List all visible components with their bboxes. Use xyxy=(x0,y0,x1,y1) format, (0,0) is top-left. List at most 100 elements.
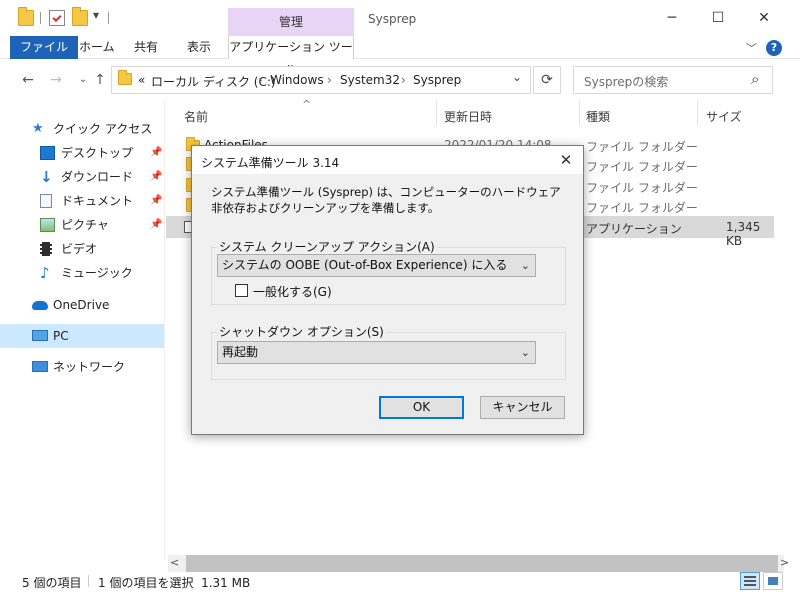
pin-icon[interactable]: 📌 xyxy=(150,142,162,164)
forward-button[interactable]: → xyxy=(48,70,64,90)
file-type: ファイル フォルダー xyxy=(586,160,698,174)
dialog-description: システム準備ツール (Sysprep) は、コンピューターのハードウェア非依存お… xyxy=(211,185,561,215)
cleanup-action-value: システムの OOBE (Out-of-Box Experience) に入る xyxy=(222,258,508,272)
download-icon: ↓ xyxy=(40,168,53,186)
maximize-button[interactable]: ☐ xyxy=(698,6,738,30)
pane-splitter[interactable] xyxy=(164,100,165,560)
breadcrumb-separator[interactable]: › xyxy=(401,73,406,87)
scroll-right-icon[interactable]: > xyxy=(780,556,789,569)
generalize-label[interactable]: 一般化する(G) xyxy=(253,283,332,300)
pin-icon[interactable]: 📌 xyxy=(150,190,162,212)
refresh-button[interactable]: ⟳ xyxy=(533,66,561,94)
breadcrumb-windows[interactable]: Windows xyxy=(270,73,324,87)
shutdown-options-label: シャットダウン オプション(S) xyxy=(217,323,386,340)
folder-icon xyxy=(118,70,132,85)
window-title: Sysprep xyxy=(368,12,417,26)
tab-home[interactable]: ホーム xyxy=(67,36,127,59)
tab-share[interactable]: 共有 xyxy=(122,36,170,59)
sidebar-item-label: ミュージック xyxy=(61,266,133,280)
file-size: 1,345 KB xyxy=(726,220,761,248)
search-input[interactable]: Sysprepの検索 xyxy=(584,73,668,90)
up-button[interactable]: ↑ xyxy=(92,70,108,90)
large-icons-view-button[interactable] xyxy=(763,572,783,590)
column-separator[interactable] xyxy=(697,100,698,126)
ok-button[interactable]: OK xyxy=(379,396,464,419)
sidebar-item-label: OneDrive xyxy=(53,298,110,312)
chevron-down-icon: ⌄ xyxy=(520,346,530,359)
video-icon xyxy=(40,242,52,256)
music-icon: ♪ xyxy=(40,264,50,282)
help-icon[interactable]: ? xyxy=(766,40,782,56)
file-type: ファイル フォルダー xyxy=(586,140,698,154)
minimize-button[interactable]: ─ xyxy=(652,6,692,30)
back-button[interactable]: ← xyxy=(20,70,36,90)
quick-access-dropdown-icon[interactable]: ▾ xyxy=(93,8,99,22)
status-separator xyxy=(88,575,89,587)
column-header-name[interactable]: 名前 xyxy=(184,108,208,125)
sidebar-item-label: ドキュメント xyxy=(61,194,134,208)
shutdown-options-select[interactable]: 再起動 ⌄ xyxy=(217,341,536,364)
file-type: ファイル フォルダー xyxy=(586,201,698,215)
address-dropdown-icon[interactable]: ⌄ xyxy=(512,70,522,84)
sidebar-item-label: デスクトップ xyxy=(61,146,134,160)
scroll-left-icon[interactable]: < xyxy=(170,556,179,569)
dialog-close-button[interactable]: ✕ xyxy=(552,148,580,172)
cleanup-action-select[interactable]: システムの OOBE (Out-of-Box Experience) に入る ⌄ xyxy=(217,254,536,277)
star-icon: ★ xyxy=(32,121,44,136)
tab-view[interactable]: 表示 xyxy=(175,36,223,59)
network-icon xyxy=(32,361,48,372)
sidebar-item-label: ネットワーク xyxy=(53,360,126,374)
document-icon xyxy=(40,194,52,208)
close-button[interactable]: ✕ xyxy=(744,6,784,30)
folder-icon[interactable] xyxy=(18,7,34,26)
cleanup-action-label: システム クリーンアップ アクション(A) xyxy=(217,238,437,255)
generalize-checkbox[interactable] xyxy=(235,284,248,297)
toolbar-separator xyxy=(40,12,41,24)
pin-icon[interactable]: 📌 xyxy=(150,214,162,236)
column-header-modified[interactable]: 更新日時 xyxy=(444,108,492,125)
column-separator[interactable] xyxy=(579,100,580,126)
search-icon[interactable]: ⌕ xyxy=(751,70,759,88)
sidebar-item-label: PC xyxy=(53,329,69,343)
details-view-icon xyxy=(744,576,756,578)
checkmark-icon xyxy=(52,12,62,23)
picture-icon xyxy=(40,218,55,232)
sidebar-item-label: ビデオ xyxy=(61,242,98,256)
sidebar-item-label: ピクチャ xyxy=(61,218,109,232)
desktop-icon xyxy=(40,146,55,160)
sysprep-dialog: システム準備ツール 3.14 ✕ システム準備ツール (Sysprep) は、コ… xyxy=(191,145,584,435)
properties-icon[interactable] xyxy=(49,10,65,26)
breadcrumb-sysprep[interactable]: Sysprep xyxy=(413,73,461,87)
toolbar-separator xyxy=(108,12,109,24)
breadcrumb-system32[interactable]: System32 xyxy=(340,73,400,87)
breadcrumb-overflow[interactable]: « xyxy=(138,73,145,87)
cancel-button[interactable]: キャンセル xyxy=(480,396,565,419)
scrollbar-thumb[interactable] xyxy=(186,555,778,572)
pin-icon[interactable]: 📌 xyxy=(150,166,162,188)
new-folder-icon[interactable] xyxy=(72,7,88,26)
status-item-count: 5 個の項目 xyxy=(22,576,82,590)
column-header-size[interactable]: サイズ xyxy=(706,108,742,125)
contextual-tab-manage[interactable]: 管理 xyxy=(228,8,354,36)
search-box[interactable]: Sysprepの検索 xyxy=(573,66,773,94)
dialog-title: システム準備ツール 3.14 xyxy=(201,156,340,170)
sidebar-selection-highlight xyxy=(0,324,164,348)
ribbon-expand-icon[interactable]: ﹀ xyxy=(746,40,757,56)
recent-locations-icon[interactable]: ⌄ xyxy=(75,70,91,90)
column-header-type[interactable]: 種類 xyxy=(586,108,610,125)
chevron-down-icon: ⌄ xyxy=(520,259,530,272)
large-icons-view-icon xyxy=(768,577,778,585)
shutdown-options-value: 再起動 xyxy=(222,345,259,359)
pc-icon xyxy=(32,330,48,341)
details-view-button[interactable] xyxy=(740,572,760,590)
sidebar-item-label: ダウンロード xyxy=(61,170,134,184)
status-selection: 1 個の項目を選択 1.31 MB xyxy=(98,576,251,590)
column-separator[interactable] xyxy=(436,100,437,126)
breadcrumb-local-disk[interactable]: ローカル ディスク (C:) xyxy=(151,73,276,90)
breadcrumb-separator[interactable]: › xyxy=(327,73,332,87)
file-type: ファイル フォルダー xyxy=(586,181,698,195)
breadcrumb-separator[interactable]: › xyxy=(258,73,263,87)
sort-indicator-icon: ^ xyxy=(302,98,312,111)
sidebar-item-label: クイック アクセス xyxy=(53,122,153,136)
tab-application-tools[interactable]: アプリケーション ツール xyxy=(228,36,354,77)
